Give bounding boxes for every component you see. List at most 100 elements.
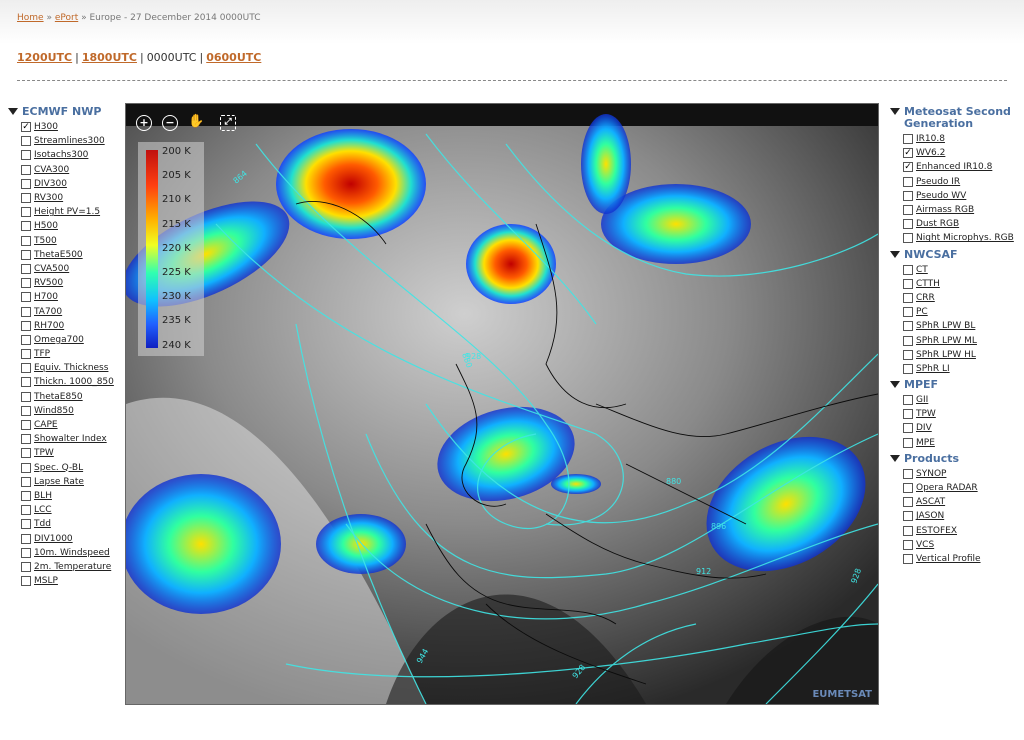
layer-checkbox[interactable] — [21, 306, 31, 317]
layer-label[interactable]: Equiv. Thickness — [34, 363, 108, 373]
layer-checkbox[interactable] — [903, 539, 913, 550]
layer-checkbox[interactable] — [903, 162, 913, 173]
collapse-triangle-icon[interactable] — [890, 108, 900, 115]
section-header-products[interactable]: Products — [890, 452, 1020, 465]
layer-item-pseudo-ir[interactable]: Pseudo IR — [890, 175, 1020, 189]
layer-label[interactable]: ASCAT — [916, 497, 945, 507]
layer-item-div1000[interactable]: DIV1000 — [8, 531, 123, 545]
layer-item-airmass-rgb[interactable]: Airmass RGB — [890, 203, 1020, 217]
layer-item-rv500[interactable]: RV500 — [8, 276, 123, 290]
layer-label[interactable]: Enhanced IR10.8 — [916, 162, 992, 172]
pan-hand-icon[interactable]: ✋ — [188, 115, 204, 129]
layer-checkbox[interactable] — [903, 307, 913, 318]
layer-label[interactable]: SYNOP — [916, 469, 946, 479]
layer-checkbox[interactable] — [21, 476, 31, 487]
layer-item-t500[interactable]: T500 — [8, 234, 123, 248]
layer-item-crr[interactable]: CRR — [890, 291, 1020, 305]
layer-item-div[interactable]: DIV — [890, 421, 1020, 435]
layer-label[interactable]: VCS — [916, 540, 934, 550]
layer-checkbox[interactable] — [903, 497, 913, 508]
layer-checkbox[interactable] — [903, 264, 913, 275]
layer-label[interactable]: CT — [916, 265, 928, 275]
layer-label[interactable]: Spec. Q-BL — [34, 463, 83, 473]
layer-label[interactable]: MPE — [916, 438, 935, 448]
layer-checkbox[interactable] — [903, 148, 913, 159]
layer-checkbox[interactable] — [21, 505, 31, 516]
layer-item-cva500[interactable]: CVA500 — [8, 262, 123, 276]
collapse-triangle-icon[interactable] — [890, 454, 900, 462]
layer-label[interactable]: Airmass RGB — [916, 205, 974, 215]
layer-label[interactable]: DIV1000 — [34, 534, 73, 544]
collapse-triangle-icon[interactable] — [890, 381, 900, 388]
layer-item-tpw[interactable]: TPW — [8, 446, 123, 460]
layer-item-spec-q-bl[interactable]: Spec. Q-BL — [8, 461, 123, 475]
layer-item-mslp[interactable]: MSLP — [8, 574, 123, 588]
layer-item-thetae850[interactable]: ThetaE850 — [8, 390, 123, 404]
layer-item-div300[interactable]: DIV300 — [8, 177, 123, 191]
layer-item-10m-windspeed[interactable]: 10m. Windspeed — [8, 546, 123, 560]
layer-item-ir10-8[interactable]: IR10.8 — [890, 132, 1020, 146]
fullscreen-icon[interactable]: ⤢ — [220, 115, 236, 131]
layer-checkbox[interactable] — [21, 533, 31, 544]
layer-checkbox[interactable] — [21, 278, 31, 289]
layer-label[interactable]: CTTH — [916, 279, 940, 289]
layer-label[interactable]: H300 — [34, 122, 58, 132]
layer-label[interactable]: SPhR LPW ML — [916, 336, 977, 346]
collapse-triangle-icon[interactable] — [8, 108, 18, 115]
layer-label[interactable]: 10m. Windspeed — [34, 548, 110, 558]
layer-label[interactable]: MSLP — [34, 576, 58, 586]
layer-label[interactable]: BLH — [34, 491, 52, 501]
layer-checkbox[interactable] — [903, 205, 913, 216]
layer-checkbox[interactable] — [21, 235, 31, 246]
layer-item-thetae500[interactable]: ThetaE500 — [8, 248, 123, 262]
layer-checkbox[interactable] — [21, 193, 31, 204]
layer-checkbox[interactable] — [21, 263, 31, 274]
layer-checkbox[interactable] — [21, 448, 31, 459]
layer-checkbox[interactable] — [903, 134, 913, 145]
layer-label[interactable]: DIV300 — [34, 179, 67, 189]
layer-checkbox[interactable] — [21, 547, 31, 558]
layer-item-enhanced-ir10-8[interactable]: Enhanced IR10.8 — [890, 160, 1020, 174]
layer-label[interactable]: CAPE — [34, 420, 58, 430]
layer-label[interactable]: Showalter Index — [34, 434, 107, 444]
layer-checkbox[interactable] — [903, 395, 913, 406]
layer-label[interactable]: Pseudo IR — [916, 177, 960, 187]
time-link-1800utc[interactable]: 1800UTC — [82, 51, 137, 64]
layer-checkbox[interactable] — [21, 136, 31, 147]
layer-item-sphr-li[interactable]: SPhR LI — [890, 362, 1020, 376]
layer-label[interactable]: RV300 — [34, 193, 63, 203]
layer-label[interactable]: Wind850 — [34, 406, 74, 416]
section-header-ecmwf[interactable]: ECMWF NWP — [8, 106, 123, 118]
breadcrumb-eport-link[interactable]: ePort — [55, 13, 78, 23]
zoom-in-icon[interactable]: + — [136, 115, 152, 131]
layer-item-lcc[interactable]: LCC — [8, 503, 123, 517]
layer-label[interactable]: LCC — [34, 505, 52, 515]
layer-label[interactable]: RH700 — [34, 321, 64, 331]
layer-checkbox[interactable] — [21, 349, 31, 360]
layer-checkbox[interactable] — [903, 423, 913, 434]
layer-checkbox[interactable] — [903, 219, 913, 230]
layer-checkbox[interactable] — [903, 553, 913, 564]
layer-label[interactable]: H700 — [34, 292, 58, 302]
layer-label[interactable]: WV6.2 — [916, 148, 945, 158]
layer-checkbox[interactable] — [21, 363, 31, 374]
layer-label[interactable]: ThetaE500 — [34, 250, 83, 260]
layer-checkbox[interactable] — [903, 483, 913, 494]
layer-label[interactable]: Streamlines300 — [34, 136, 105, 146]
layer-checkbox[interactable] — [903, 278, 913, 289]
layer-item-showalter-index[interactable]: Showalter Index — [8, 432, 123, 446]
layer-item-vcs[interactable]: VCS — [890, 538, 1020, 552]
layer-checkbox[interactable] — [903, 292, 913, 303]
layer-checkbox[interactable] — [903, 409, 913, 420]
layer-item-vertical-profile[interactable]: Vertical Profile — [890, 552, 1020, 566]
layer-checkbox[interactable] — [21, 164, 31, 175]
layer-checkbox[interactable] — [903, 437, 913, 448]
layer-checkbox[interactable] — [21, 561, 31, 572]
layer-label[interactable]: H500 — [34, 221, 58, 231]
layer-item-cva300[interactable]: CVA300 — [8, 163, 123, 177]
zoom-out-icon[interactable]: − — [162, 115, 178, 131]
layer-item-night-microphys-rgb[interactable]: Night Microphys. RGB — [890, 231, 1020, 245]
layer-item-height-pv-1-5[interactable]: Height PV=1.5 — [8, 205, 123, 219]
layer-checkbox[interactable] — [21, 292, 31, 303]
layer-item-cape[interactable]: CAPE — [8, 418, 123, 432]
